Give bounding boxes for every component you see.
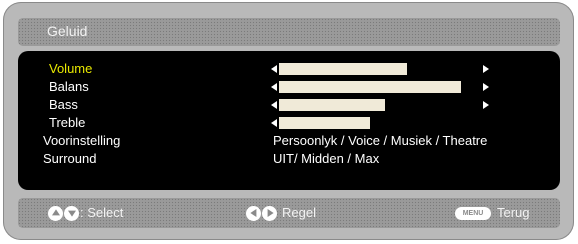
slider-track xyxy=(279,99,465,111)
sound-menu-window: Geluid Volume Balans Bass Treble Voorins… xyxy=(3,2,574,240)
menu-item-balans[interactable]: Balans xyxy=(18,78,560,96)
menu-title: Geluid xyxy=(47,23,88,39)
adjust-hint-label: Regel xyxy=(282,205,316,220)
button-hint-bar: : Select Regel MENU Terug xyxy=(18,198,560,228)
slider-track xyxy=(279,81,465,93)
menu-item-volume[interactable]: Volume xyxy=(18,60,560,78)
menu-item-label: Balans xyxy=(49,79,89,94)
surround-options[interactable]: UIT/ Midden / Max xyxy=(273,150,379,168)
increase-arrow-icon[interactable] xyxy=(483,65,489,73)
decrease-arrow-icon[interactable] xyxy=(271,101,277,109)
menu-item-label: Bass xyxy=(49,97,78,112)
up-circle-icon xyxy=(48,205,63,221)
menu-item-label: Surround xyxy=(43,151,97,166)
menu-item-label: Treble xyxy=(49,115,86,130)
preset-options[interactable]: Persoonlyk / Voice / Musiek / Theatre xyxy=(273,132,487,150)
decrease-arrow-icon[interactable] xyxy=(271,119,277,127)
back-hint: MENU Terug xyxy=(455,205,530,221)
bass-slider[interactable] xyxy=(271,98,489,112)
select-hint: : Select xyxy=(48,205,123,221)
increase-arrow-icon[interactable] xyxy=(483,101,489,109)
slider-fill xyxy=(279,117,370,129)
balans-slider[interactable] xyxy=(271,80,489,94)
menu-item-voorinstelling[interactable]: Voorinstelling Persoonlyk / Voice / Musi… xyxy=(18,132,560,150)
right-circle-icon xyxy=(262,205,277,221)
menu-item-label: Volume xyxy=(49,61,93,76)
back-hint-label: Terug xyxy=(497,205,530,220)
slider-fill xyxy=(279,99,385,111)
slider-track xyxy=(279,63,465,75)
settings-panel: Volume Balans Bass Treble Voorinstelling… xyxy=(18,51,560,190)
slider-fill xyxy=(279,81,461,93)
slider-fill xyxy=(279,63,407,75)
menu-key-icon: MENU xyxy=(455,206,491,220)
title-bar: Geluid xyxy=(18,18,560,46)
down-circle-icon xyxy=(64,205,79,221)
adjust-hint: Regel xyxy=(246,205,316,221)
increase-arrow-icon[interactable] xyxy=(483,83,489,91)
left-circle-icon xyxy=(246,205,261,221)
treble-slider[interactable] xyxy=(271,116,489,130)
select-hint-label: : Select xyxy=(80,205,124,220)
volume-slider[interactable] xyxy=(271,62,489,76)
menu-item-label: Voorinstelling xyxy=(43,133,121,148)
decrease-arrow-icon[interactable] xyxy=(271,65,277,73)
menu-item-surround[interactable]: Surround UIT/ Midden / Max xyxy=(18,150,560,168)
slider-track xyxy=(279,117,465,129)
menu-item-treble[interactable]: Treble xyxy=(18,114,560,132)
menu-item-bass[interactable]: Bass xyxy=(18,96,560,114)
decrease-arrow-icon[interactable] xyxy=(271,83,277,91)
